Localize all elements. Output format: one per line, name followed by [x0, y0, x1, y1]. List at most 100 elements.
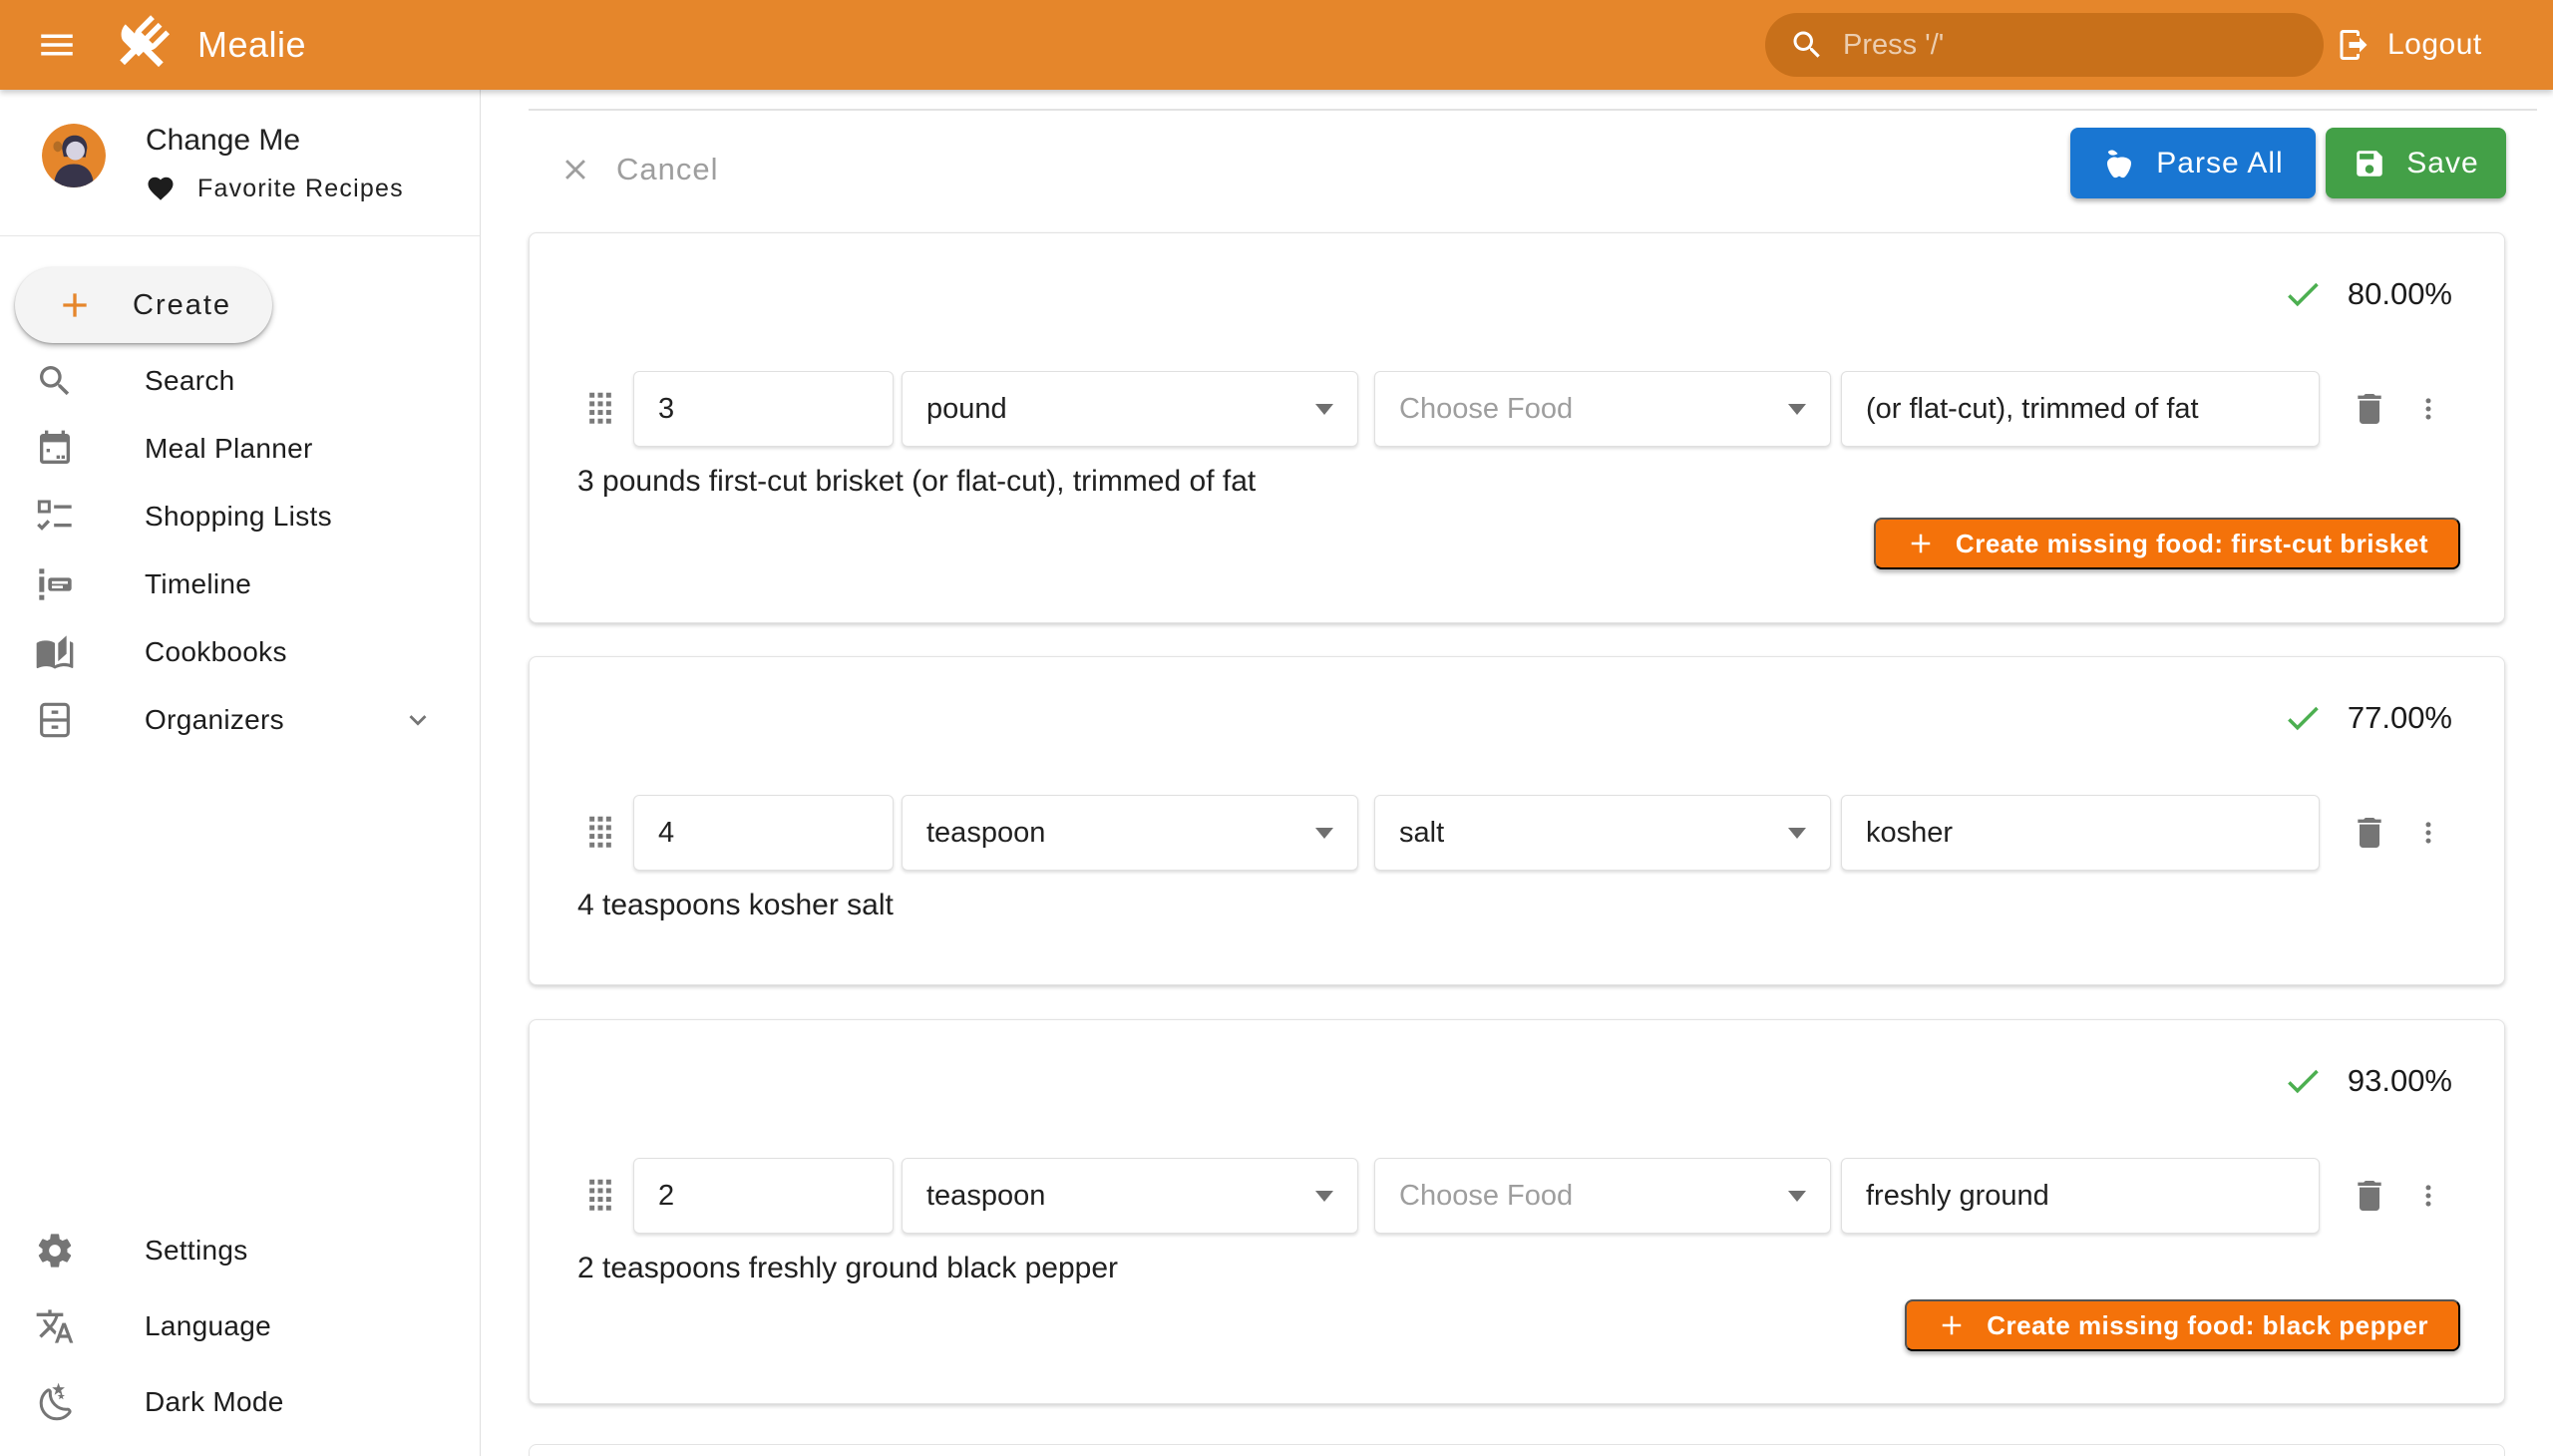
section-divider — [529, 109, 2537, 111]
save-label: Save — [2406, 147, 2478, 181]
drag-handle-icon[interactable] — [587, 815, 613, 851]
sidebar-item-organizers[interactable]: Organizers — [0, 686, 480, 754]
logout-icon — [2336, 27, 2371, 63]
ingredient-card-partial — [529, 1444, 2505, 1456]
original-ingredient-text: 3 pounds first-cut brisket (or flat-cut)… — [577, 465, 1256, 499]
food-select[interactable]: Choose Food — [1374, 371, 1831, 447]
sidebar-item-label: Cookbooks — [145, 636, 287, 668]
save-button[interactable]: Save — [2326, 128, 2506, 198]
confidence-indicator: 80.00% — [2282, 273, 2452, 315]
search-input[interactable] — [1843, 29, 2300, 62]
quantity-input[interactable] — [658, 393, 869, 426]
favorite-recipes-link[interactable]: Favorite Recipes — [146, 174, 404, 203]
mealie-logo-icon — [108, 10, 178, 80]
confidence-indicator: 77.00% — [2282, 697, 2452, 739]
sidebar-item-label: Organizers — [145, 704, 284, 736]
cancel-label: Cancel — [616, 152, 719, 187]
confidence-value: 77.00% — [2348, 700, 2452, 736]
sidebar-item-label: Dark Mode — [145, 1386, 284, 1418]
search-icon — [35, 361, 75, 401]
dots-vertical-icon[interactable] — [2415, 387, 2441, 431]
sidebar-item-search[interactable]: Search — [0, 347, 480, 415]
checkmark-icon — [2282, 273, 2324, 315]
drag-handle-icon[interactable] — [587, 391, 613, 427]
profile-section: Change Me Favorite Recipes — [0, 90, 480, 236]
ingredient-row: teaspoon salt — [587, 795, 2464, 871]
dots-vertical-icon[interactable] — [2415, 811, 2441, 855]
note-field[interactable] — [1841, 371, 2320, 447]
search-bar[interactable] — [1765, 13, 2324, 77]
cancel-button[interactable]: Cancel — [558, 148, 719, 191]
confidence-value: 93.00% — [2348, 1063, 2452, 1099]
ingredient-card: 80.00% pound — [529, 232, 2505, 623]
note-field[interactable] — [1841, 1158, 2320, 1234]
apple-icon — [2102, 147, 2136, 181]
sidebar: Change Me Favorite Recipes Create S — [0, 90, 481, 1456]
heart-icon — [146, 174, 176, 203]
app-title: Mealie — [197, 24, 306, 66]
trash-icon[interactable] — [2350, 387, 2389, 431]
confidence-value: 80.00% — [2348, 276, 2452, 312]
dots-vertical-icon[interactable] — [2415, 1174, 2441, 1218]
create-missing-food-label: Create missing food: black pepper — [1987, 1310, 2428, 1341]
sidebar-item-label: Search — [145, 365, 235, 397]
original-ingredient-text: 4 teaspoons kosher salt — [577, 889, 894, 922]
menu-icon[interactable] — [36, 24, 78, 66]
create-missing-food-button[interactable]: Create missing food: black pepper — [1905, 1299, 2460, 1351]
quantity-field[interactable] — [633, 795, 894, 871]
note-input[interactable] — [1866, 817, 2295, 850]
food-value: salt — [1399, 817, 1444, 850]
note-input[interactable] — [1866, 393, 2295, 426]
parse-all-button[interactable]: Parse All — [2070, 128, 2316, 198]
sidebar-item-language[interactable]: Language — [0, 1288, 480, 1364]
file-cabinet-icon — [35, 700, 75, 740]
sidebar-item-cookbooks[interactable]: Cookbooks — [0, 618, 480, 686]
quantity-input[interactable] — [658, 1180, 869, 1213]
quantity-input[interactable] — [658, 817, 869, 850]
trash-icon[interactable] — [2350, 811, 2389, 855]
original-ingredient-text: 2 teaspoons freshly ground black pepper — [577, 1252, 1118, 1285]
unit-value: pound — [926, 393, 1007, 426]
food-select[interactable]: salt — [1374, 795, 1831, 871]
confidence-indicator: 93.00% — [2282, 1060, 2452, 1102]
note-field[interactable] — [1841, 795, 2320, 871]
save-disk-icon — [2353, 147, 2386, 181]
calendar-icon — [35, 429, 75, 469]
logout-label: Logout — [2387, 28, 2482, 62]
close-icon — [558, 153, 592, 186]
logout-button[interactable]: Logout — [2336, 0, 2482, 90]
ingredient-row: pound Choose Food — [587, 371, 2464, 447]
checkmark-icon — [2282, 697, 2324, 739]
unit-select[interactable]: teaspoon — [902, 1158, 1358, 1234]
caret-down-icon — [1315, 1191, 1333, 1202]
caret-down-icon — [1788, 1191, 1806, 1202]
sidebar-item-dark-mode[interactable]: Dark Mode — [0, 1364, 480, 1440]
unit-select[interactable]: pound — [902, 371, 1358, 447]
translate-icon — [35, 1306, 75, 1346]
food-placeholder: Choose Food — [1399, 393, 1573, 426]
create-missing-food-button[interactable]: Create missing food: first-cut brisket — [1874, 518, 2460, 569]
sidebar-item-label: Settings — [145, 1235, 248, 1267]
sidebar-footer: Settings Language Dark Mode — [0, 1213, 480, 1440]
sidebar-item-timeline[interactable]: Timeline — [0, 550, 480, 618]
avatar[interactable] — [42, 124, 106, 187]
sidebar-item-settings[interactable]: Settings — [0, 1213, 480, 1288]
plus-icon — [1937, 1310, 1967, 1340]
create-button[interactable]: Create — [15, 267, 272, 343]
quantity-field[interactable] — [633, 1158, 894, 1234]
food-select[interactable]: Choose Food — [1374, 1158, 1831, 1234]
create-label: Create — [133, 289, 231, 322]
chevron-down-icon[interactable] — [401, 703, 435, 737]
create-missing-food-label: Create missing food: first-cut brisket — [1956, 529, 2428, 559]
gear-icon — [35, 1231, 75, 1271]
note-input[interactable] — [1866, 1180, 2295, 1213]
moon-stars-icon — [35, 1382, 75, 1422]
ingredient-row: teaspoon Choose Food — [587, 1158, 2464, 1234]
quantity-field[interactable] — [633, 371, 894, 447]
unit-select[interactable]: teaspoon — [902, 795, 1358, 871]
trash-icon[interactable] — [2350, 1174, 2389, 1218]
sidebar-item-meal-planner[interactable]: Meal Planner — [0, 415, 480, 483]
sidebar-nav: Search Meal Planner Shopping Lists — [0, 347, 480, 754]
drag-handle-icon[interactable] — [587, 1178, 613, 1214]
sidebar-item-shopping-lists[interactable]: Shopping Lists — [0, 483, 480, 550]
